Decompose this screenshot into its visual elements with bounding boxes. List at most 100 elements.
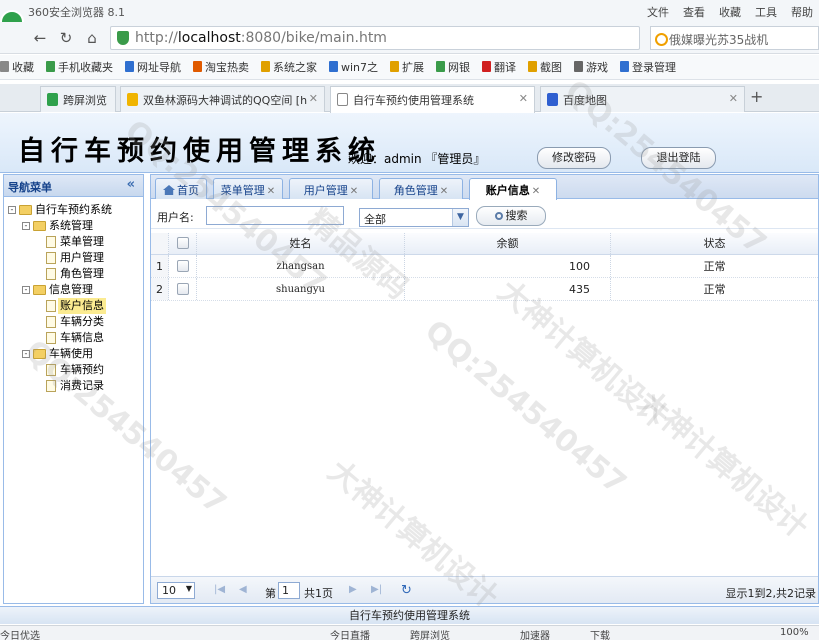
statusbar-item[interactable]: 加速器 — [520, 627, 550, 640]
refresh-icon[interactable]: ↻ — [56, 28, 76, 48]
row-number: 1 — [151, 255, 169, 277]
row-checkbox[interactable] — [176, 283, 189, 295]
tab-role-management[interactable]: 角色管理 ✕ — [379, 178, 463, 199]
table-row[interactable]: 1 zhangsan 100 正常 — [151, 255, 818, 278]
browser-tab-active[interactable]: 自行车预约使用管理系统 ✕ — [330, 86, 535, 113]
prev-page-icon[interactable]: ◀ — [239, 584, 247, 595]
tree-node-label: 信息管理 — [49, 283, 93, 296]
browser-search-input[interactable]: 俄媒曝光苏35战机 — [650, 26, 819, 50]
main-panel: 首页 菜单管理 ✕ 用户管理 ✕ 角色管理 ✕ 账户信息 ✕ 用户名: 全部 ▼ 搜索 … — [150, 174, 819, 604]
refresh-icon[interactable]: ↻ — [401, 583, 412, 598]
sidebar-header: 导航菜单 « — [4, 175, 143, 197]
last-page-icon[interactable]: ▶| — [371, 584, 382, 595]
close-icon[interactable]: ✕ — [729, 92, 738, 105]
statusbar-item[interactable]: 下载 — [590, 627, 610, 640]
tree-expander-icon[interactable]: - — [8, 206, 16, 214]
tree-node[interactable]: 菜单管理 — [4, 234, 143, 250]
tree-node[interactable]: 账户信息 — [4, 298, 143, 314]
tree-node-label: 消费记录 — [60, 379, 104, 392]
tree-expander-icon[interactable]: - — [22, 222, 30, 230]
logout-button[interactable]: 退出登陆 — [641, 147, 716, 169]
tree-node[interactable]: 车辆信息 — [4, 330, 143, 346]
new-tab-icon[interactable]: + — [750, 87, 763, 106]
page-number-input[interactable]: 1 — [278, 582, 300, 599]
favorite-item[interactable]: 扩展 — [390, 59, 424, 75]
favorite-item[interactable]: 网址导航 — [125, 59, 181, 75]
cell-name: zhangsan — [197, 255, 405, 277]
tree-node[interactable]: 消费记录 — [4, 378, 143, 394]
cell-status: 正常 — [703, 283, 726, 296]
tree-node[interactable]: 车辆分类 — [4, 314, 143, 330]
back-icon[interactable]: ← — [30, 28, 50, 48]
favorite-item[interactable]: win7之 — [329, 59, 378, 75]
select-all-checkbox[interactable] — [176, 237, 189, 249]
username-input[interactable] — [206, 206, 344, 225]
favorite-item[interactable]: 截图 — [528, 59, 562, 75]
close-icon[interactable]: ✕ — [532, 186, 540, 197]
page-size-select[interactable]: 10 ▼ — [157, 582, 195, 599]
browser-tab[interactable]: 百度地图 ✕ — [540, 86, 745, 112]
tab-home[interactable]: 首页 — [155, 178, 207, 199]
row-checkbox[interactable] — [176, 260, 189, 272]
url-input[interactable]: http://localhost:8080/bike/main.htm — [110, 26, 640, 50]
status-select[interactable]: 全部 ▼ — [359, 208, 469, 227]
menu-file[interactable]: 文件 — [647, 4, 669, 20]
table-row[interactable]: 2 shuangyu 435 正常 — [151, 278, 818, 301]
tree-node[interactable]: - 车辆使用 — [4, 346, 143, 362]
search-button[interactable]: 搜索 — [476, 206, 546, 226]
favorite-icon — [46, 61, 55, 72]
file-icon — [46, 332, 56, 344]
favorite-item[interactable]: 网银 — [436, 59, 470, 75]
favorite-item[interactable]: 翻译 — [482, 59, 516, 75]
file-icon — [46, 268, 56, 280]
file-icon — [46, 252, 56, 264]
column-header-status[interactable]: 状态 — [611, 233, 818, 254]
browser-menu: 文件 查看 收藏 工具 帮助 — [633, 4, 813, 20]
menu-tools[interactable]: 工具 — [755, 4, 777, 20]
statusbar-item[interactable]: 今日直播 — [330, 627, 370, 640]
favorite-item[interactable]: 收藏 — [0, 59, 34, 75]
tree-node[interactable]: 车辆预约 — [4, 362, 143, 378]
column-header-balance[interactable]: 余额 — [405, 233, 611, 254]
close-icon[interactable]: ✕ — [519, 92, 528, 105]
folder-icon — [33, 285, 46, 295]
change-password-button[interactable]: 修改密码 — [537, 147, 611, 169]
favorite-item[interactable]: 系统之家 — [261, 59, 317, 75]
favorite-item[interactable]: 游戏 — [574, 59, 608, 75]
tree-node[interactable]: - 系统管理 — [4, 218, 143, 234]
favorite-icon — [390, 61, 400, 72]
next-page-icon[interactable]: ▶ — [349, 584, 357, 595]
menu-help[interactable]: 帮助 — [791, 4, 813, 20]
menu-favorites[interactable]: 收藏 — [719, 4, 741, 20]
close-icon[interactable]: ✕ — [309, 92, 318, 105]
chevron-down-icon: ▼ — [452, 209, 468, 226]
cell-name: shuangyu — [197, 278, 405, 300]
favorite-item[interactable]: 登录管理 — [620, 59, 676, 75]
tree-node[interactable]: 角色管理 — [4, 266, 143, 282]
column-header-name[interactable]: 姓名 — [197, 233, 405, 254]
browser-tab[interactable]: 双鱼林源码大神调试的QQ空间 [h ✕ — [120, 86, 325, 112]
first-page-icon[interactable]: |◀ — [214, 584, 225, 595]
browser-tab[interactable]: 跨屏浏览 — [40, 86, 116, 112]
zoom-level[interactable]: 100% — [780, 627, 809, 638]
tab-account-info[interactable]: 账户信息 ✕ — [469, 178, 557, 200]
favorite-icon — [261, 61, 270, 72]
home-icon[interactable]: ⌂ — [82, 28, 102, 48]
app-title: 自行车预约使用管理系统 — [18, 136, 381, 167]
tree-expander-icon[interactable]: - — [22, 350, 30, 358]
tree-expander-icon[interactable]: - — [22, 286, 30, 294]
tab-menu-management[interactable]: 菜单管理 ✕ — [213, 178, 283, 199]
tree-node[interactable]: - 自行车预约系统 — [4, 202, 143, 218]
collapse-icon[interactable]: « — [127, 177, 135, 192]
close-icon[interactable]: ✕ — [350, 186, 358, 197]
tree-node[interactable]: 用户管理 — [4, 250, 143, 266]
tree-node[interactable]: - 信息管理 — [4, 282, 143, 298]
close-icon[interactable]: ✕ — [267, 186, 275, 197]
close-icon[interactable]: ✕ — [440, 186, 448, 197]
favorite-item[interactable]: 淘宝热卖 — [193, 59, 249, 75]
statusbar-item[interactable]: 跨屏浏览 — [410, 627, 450, 640]
menu-view[interactable]: 查看 — [683, 4, 705, 20]
favorite-item[interactable]: 手机收藏夹 — [46, 59, 113, 75]
statusbar-item[interactable]: 今日优选 — [0, 627, 40, 640]
tab-user-management[interactable]: 用户管理 ✕ — [289, 178, 373, 199]
